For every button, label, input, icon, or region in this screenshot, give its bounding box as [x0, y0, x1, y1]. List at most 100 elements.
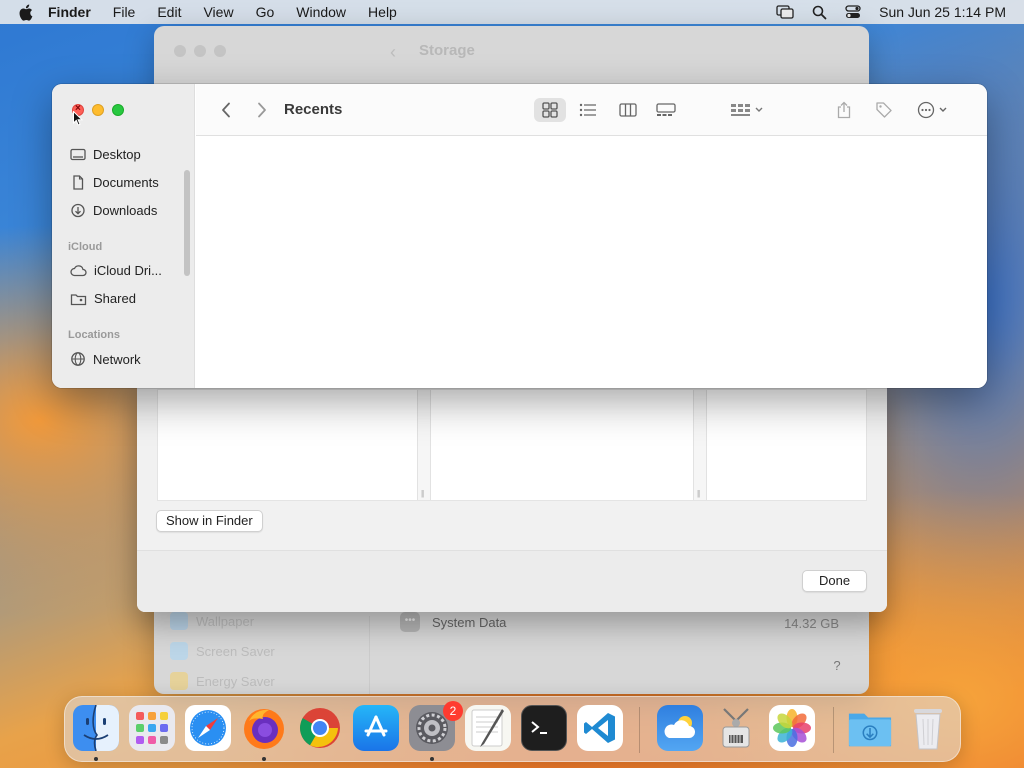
screen-saver-icon — [170, 642, 188, 660]
dock-archive-utility[interactable] — [713, 705, 759, 751]
sidebar-item-label: Downloads — [93, 203, 158, 218]
forward-icon[interactable] — [252, 98, 272, 122]
running-indicator — [430, 757, 434, 761]
tag-icon[interactable] — [872, 98, 896, 122]
menubar-clock[interactable]: Sun Jun 25 1:14 PM — [879, 4, 1006, 20]
sidebar-item-icloud-drive[interactable]: iCloud Dri... — [70, 263, 162, 278]
dock: 2 — [64, 696, 961, 762]
control-center-icon[interactable] — [845, 5, 861, 19]
settings-sidebar-item-wallpaper[interactable]: Wallpaper — [170, 612, 254, 630]
textedit-icon — [471, 709, 504, 747]
sidebar-item-downloads[interactable]: Downloads — [70, 203, 157, 218]
icon-view-icon[interactable] — [534, 98, 566, 122]
column-browser: || || — [157, 389, 867, 501]
share-icon[interactable] — [832, 98, 856, 122]
menu-app-finder[interactable]: Finder — [48, 4, 91, 20]
storage-maximize-button[interactable] — [214, 45, 226, 57]
finder-maximize-button[interactable] — [112, 104, 124, 116]
sheet-footer — [137, 551, 887, 612]
dock-system-settings[interactable]: 2 — [409, 701, 463, 751]
sidebar-item-label: Documents — [93, 175, 159, 190]
terminal-prompt-icon — [531, 721, 547, 734]
dock-separator — [833, 707, 834, 753]
finder-icon — [73, 705, 119, 751]
dock-launchpad[interactable] — [129, 705, 175, 751]
settings-sidebar-item-screen-saver[interactable]: Screen Saver — [170, 642, 275, 660]
spotlight-search-icon[interactable] — [812, 5, 827, 20]
dock-weather[interactable] — [657, 705, 703, 751]
sidebar-item-shared[interactable]: Shared — [70, 291, 136, 306]
dock-photos[interactable] — [769, 705, 815, 751]
system-data-row[interactable]: ••• System Data — [400, 612, 506, 632]
dock-firefox[interactable] — [241, 705, 287, 751]
finder-sidebar: × Desktop Documents Downloads iCloud iCl… — [52, 84, 195, 388]
help-button[interactable]: ? — [827, 656, 847, 676]
column-view-icon[interactable] — [612, 98, 644, 122]
apple-menu-icon[interactable] — [18, 4, 34, 21]
list-view-icon[interactable] — [572, 98, 604, 122]
mouse-pointer-icon — [73, 110, 84, 129]
dock-trash[interactable] — [905, 705, 951, 751]
menu-view[interactable]: View — [203, 4, 233, 20]
dock-downloads-folder[interactable] — [847, 705, 893, 751]
sidebar-item-label: Network — [93, 351, 141, 367]
system-data-label: System Data — [432, 614, 507, 630]
menu-edit[interactable]: Edit — [157, 4, 181, 20]
app-store-icon — [364, 715, 388, 737]
sidebar-item-label: Shared — [94, 291, 136, 306]
column-resize-handle[interactable]: || — [417, 390, 431, 500]
shared-folder-icon — [70, 292, 87, 306]
finder-window: × Desktop Documents Downloads iCloud iCl… — [52, 84, 987, 388]
sidebar-item-documents[interactable]: Documents — [70, 175, 159, 190]
download-icon — [70, 203, 86, 218]
done-button[interactable]: Done — [802, 570, 868, 592]
sidebar-item-label: iCloud Dri... — [94, 263, 162, 278]
settings-sidebar-item-energy-saver[interactable]: Energy Saver — [170, 672, 275, 690]
running-indicator — [262, 757, 266, 761]
chrome-icon — [300, 708, 340, 748]
sidebar-item-desktop[interactable]: Desktop — [70, 147, 141, 162]
sidebar-scrollbar[interactable] — [184, 170, 190, 276]
finder-toolbar: Recents — [196, 84, 987, 136]
gallery-view-icon[interactable] — [650, 98, 682, 122]
finder-minimize-button[interactable] — [92, 104, 104, 116]
downloads-folder-icon — [848, 713, 892, 747]
back-icon[interactable] — [216, 98, 236, 122]
storage-pane-divider — [369, 616, 370, 694]
menu-help[interactable]: Help — [368, 4, 397, 20]
sidebar-item-label: Desktop — [93, 147, 141, 162]
dock-chrome[interactable] — [297, 705, 343, 751]
menu-go[interactable]: Go — [256, 4, 275, 20]
storage-titlebar: ‹ Storage — [154, 26, 869, 76]
weather-cloud-icon — [664, 716, 695, 738]
system-data-icon: ••• — [400, 612, 420, 632]
menu-bar: Finder File Edit View Go Window Help Sun… — [0, 0, 1024, 24]
menu-window[interactable]: Window — [296, 4, 346, 20]
dock-app-store[interactable] — [353, 705, 399, 751]
group-by-icon[interactable] — [726, 98, 768, 122]
photos-flower-icon — [773, 709, 811, 747]
dock-terminal[interactable] — [521, 705, 567, 751]
network-globe-icon — [70, 351, 86, 367]
storage-minimize-button[interactable] — [194, 45, 206, 57]
menu-file[interactable]: File — [113, 4, 136, 20]
sidebar-section-icloud: iCloud — [68, 241, 103, 253]
column-resize-handle[interactable]: || — [693, 390, 707, 500]
dock-finder[interactable] — [73, 705, 119, 751]
storage-detail-sheet: || || Show in Finder Done — [137, 383, 887, 612]
finder-content-area[interactable] — [196, 137, 987, 388]
show-in-finder-button[interactable]: Show in Finder — [156, 510, 263, 532]
storage-close-button[interactable] — [174, 45, 186, 57]
trash-icon — [914, 709, 942, 750]
storage-back-icon[interactable]: ‹ — [390, 42, 396, 63]
vscode-icon — [584, 713, 615, 743]
dock-safari[interactable] — [185, 705, 231, 751]
dock-vscode[interactable] — [577, 705, 623, 751]
energy-saver-icon — [170, 672, 188, 690]
dock-textedit[interactable] — [465, 705, 511, 751]
sidebar-item-network[interactable]: Network — [70, 351, 141, 367]
storage-window-title: Storage — [419, 42, 475, 59]
sidebar-section-locations: Locations — [68, 329, 120, 341]
more-actions-icon[interactable] — [914, 98, 954, 122]
screen-mirroring-icon[interactable] — [776, 5, 794, 19]
